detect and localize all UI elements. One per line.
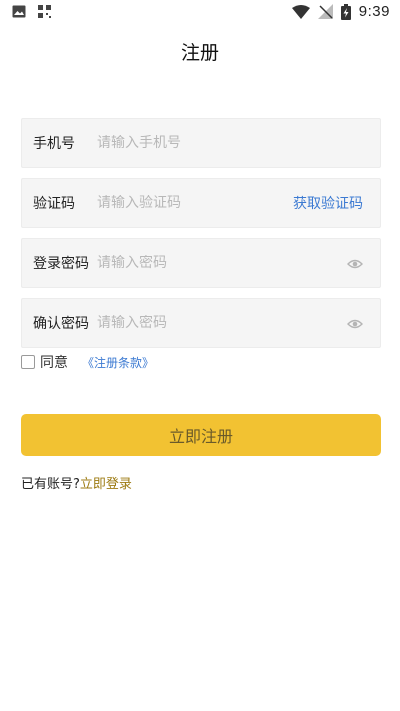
code-field: 验证码 获取验证码 [21, 178, 381, 228]
eye-icon[interactable] [347, 316, 363, 332]
code-input[interactable] [97, 195, 287, 211]
qr-scan-icon [38, 5, 51, 18]
image-icon [12, 5, 26, 18]
password-field: 登录密码 [21, 238, 381, 288]
phone-input[interactable] [97, 135, 287, 151]
agreement-row: 同意 《注册条款》 [21, 352, 154, 372]
eye-icon[interactable] [347, 256, 363, 272]
register-button[interactable]: 立即注册 [21, 414, 381, 456]
page-title: 注册 [180, 42, 219, 64]
agree-label: 同意 [40, 355, 68, 371]
password-label: 登录密码 [33, 256, 89, 272]
status-bar: 9:39 [0, 0, 400, 26]
terms-link[interactable]: 《注册条款》 [82, 354, 154, 371]
confirm-password-input[interactable] [97, 315, 287, 331]
login-prompt-row: 已有账号?立即登录 [21, 473, 132, 492]
phone-label: 手机号 [33, 136, 75, 152]
code-label: 验证码 [33, 196, 75, 212]
confirm-password-label: 确认密码 [33, 316, 89, 332]
phone-field: 手机号 [21, 118, 381, 168]
password-input[interactable] [97, 255, 287, 271]
confirm-password-field: 确认密码 [21, 298, 381, 348]
battery-charging-icon [340, 3, 351, 20]
no-signal-icon [317, 4, 333, 19]
status-time: 9:39 [358, 3, 390, 20]
get-code-button[interactable]: 获取验证码 [293, 193, 363, 213]
login-prompt: 已有账号? [21, 477, 80, 492]
status-right-icons: 9:39 [291, 3, 390, 20]
wifi-icon [291, 4, 310, 19]
status-left-icons [12, 5, 51, 18]
login-link[interactable]: 立即登录 [80, 477, 132, 492]
agree-checkbox[interactable] [21, 355, 35, 369]
